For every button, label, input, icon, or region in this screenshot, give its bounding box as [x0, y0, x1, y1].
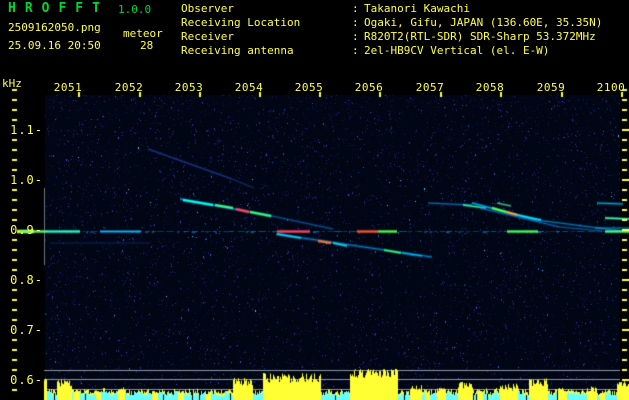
info-colon: :	[352, 2, 359, 15]
time-tick-label: 2055	[294, 81, 324, 94]
time-tick-label: 2057	[415, 81, 445, 94]
info-colon: :	[352, 30, 359, 43]
info-label: Receiving antenna	[181, 44, 294, 57]
antenna-value: 2el-HB9CV Vertical (el. E-W)	[364, 44, 550, 57]
datetime-label: 25.09.16 20:50	[8, 39, 101, 52]
spectrogram-canvas	[0, 0, 629, 400]
info-colon: :	[352, 16, 359, 29]
freq-axis-unit: kHz	[2, 77, 22, 90]
app-version: 1.0.0	[118, 3, 152, 16]
info-label: Observer	[181, 2, 234, 15]
time-tick-label: 2052	[114, 81, 144, 94]
info-colon: :	[352, 44, 359, 57]
info-label: Receiver	[181, 30, 234, 43]
info-label: Receiving Location	[181, 16, 301, 29]
freq-tick-label: 0.7-	[10, 323, 43, 337]
echo-count: 28	[140, 39, 154, 52]
time-tick-label: 2058	[475, 81, 505, 94]
time-tick-label: 2056	[354, 81, 384, 94]
freq-tick-label: 0.8-	[10, 273, 43, 287]
app-title: HROFFT	[8, 1, 109, 16]
output-file-name: 2509162050.png	[8, 21, 101, 34]
location-value: Ogaki, Gifu, JAPAN (136.60E, 35.35N)	[364, 16, 603, 29]
time-tick-label: 2051	[53, 81, 83, 94]
freq-tick-label: 1.0-	[10, 173, 43, 187]
freq-tick-label: 1.1-	[10, 123, 43, 137]
time-tick-label: 2053	[174, 81, 204, 94]
freq-tick-label: 0.9-	[10, 223, 43, 237]
hrofft-screenshot: HROFFT 1.0.0 2509162050.png meteor 25.09…	[0, 0, 629, 400]
receiver-value: R820T2(RTL-SDR) SDR-Sharp 53.372MHz	[364, 30, 596, 43]
time-tick-label: 2059	[536, 81, 566, 94]
time-tick-label: 2054	[234, 81, 264, 94]
observer-value: Takanori Kawachi	[364, 2, 470, 15]
freq-tick-label: 0.6-	[10, 373, 43, 387]
time-tick-label: 2100	[596, 81, 626, 94]
